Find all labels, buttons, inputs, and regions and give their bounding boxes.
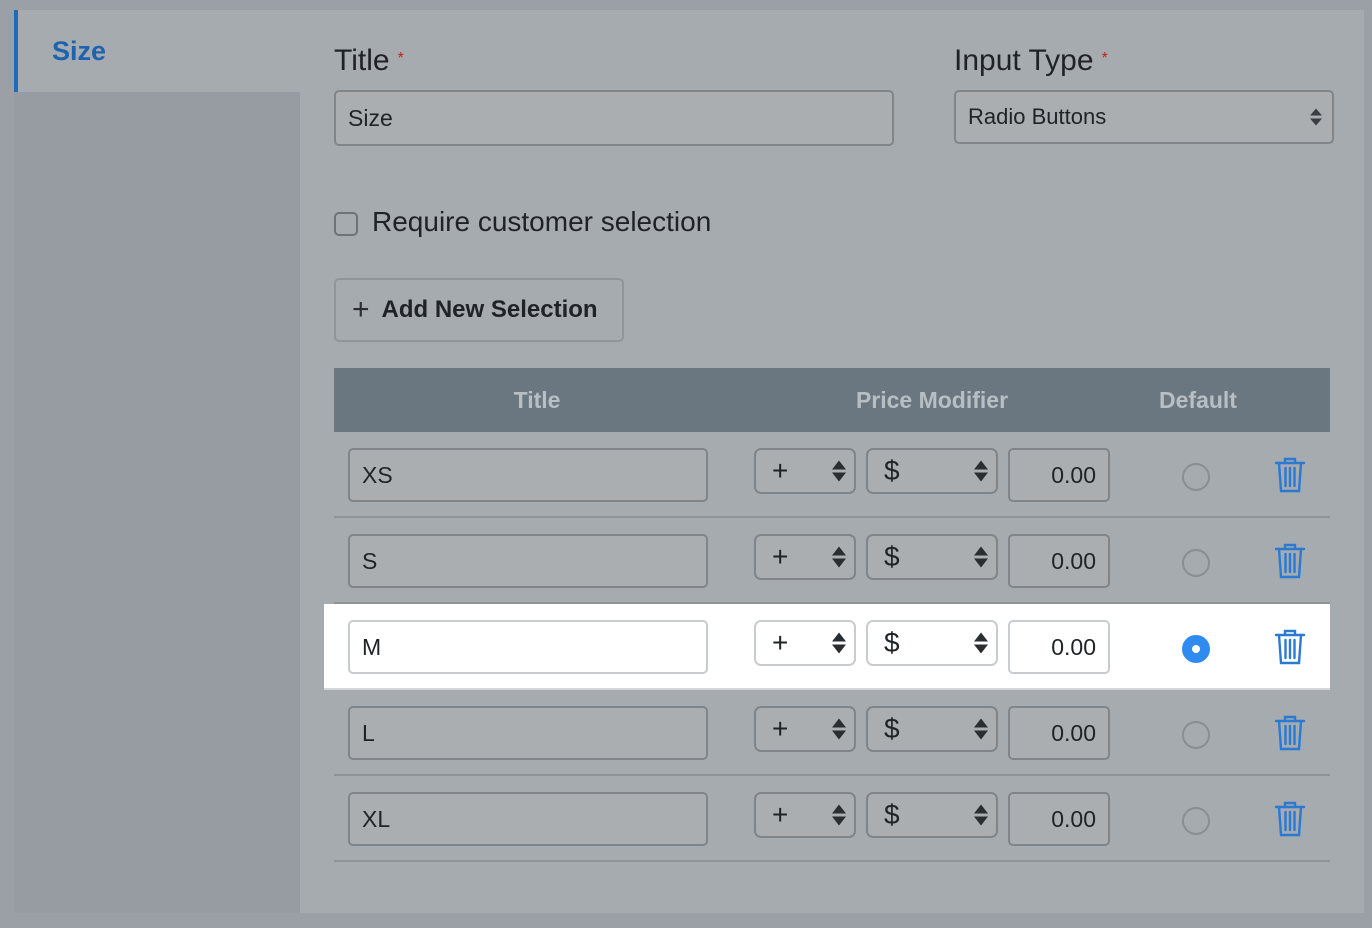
default-radio[interactable] [1182, 721, 1210, 749]
option-title-value: M [362, 633, 382, 660]
required-mark: * [1101, 50, 1108, 67]
title-label-text: Title [334, 44, 390, 77]
option-title-input[interactable]: S [348, 534, 708, 588]
input-type-label-text: Input Type [954, 44, 1094, 77]
operator-select[interactable]: + [754, 706, 856, 752]
price-amount-input[interactable]: 0.00 [1008, 706, 1110, 760]
selections-table: Title Price Modifier Default XS + $ 0.00 [324, 368, 1330, 862]
trash-icon[interactable] [1274, 800, 1306, 838]
option-title-input[interactable]: XL [348, 792, 708, 846]
sidebar: Size [14, 10, 300, 913]
operator-select[interactable]: + [754, 620, 856, 666]
title-input[interactable]: Size [334, 90, 894, 146]
trash-icon[interactable] [1274, 628, 1306, 666]
select-arrows-icon [974, 804, 988, 826]
title-input-value: Size [348, 104, 393, 131]
operator-select[interactable]: + [754, 534, 856, 580]
select-arrows-icon [832, 718, 846, 740]
operator-select[interactable]: + [754, 448, 856, 494]
currency-value: $ [884, 455, 900, 486]
operator-value: + [772, 713, 789, 744]
option-title-input[interactable]: L [348, 706, 708, 760]
required-mark: * [397, 50, 404, 67]
price-amount-value: 0.00 [1051, 719, 1096, 746]
currency-select[interactable]: $ [866, 706, 998, 752]
price-amount-value: 0.00 [1051, 633, 1096, 660]
input-type-label: Input Type * [954, 44, 1108, 78]
operator-value: + [772, 541, 789, 572]
table-row: M + $ 0.00 [324, 604, 1330, 690]
option-title-value: XS [362, 461, 393, 488]
sidebar-item-label: Size [52, 35, 107, 66]
select-arrows-icon [1310, 108, 1322, 126]
select-arrows-icon [832, 632, 846, 654]
currency-select[interactable]: $ [866, 534, 998, 580]
select-arrows-icon [974, 460, 988, 482]
column-header-title: Title [513, 386, 561, 413]
price-amount-input[interactable]: 0.00 [1008, 620, 1110, 674]
operator-select[interactable]: + [754, 792, 856, 838]
option-title-value: L [362, 719, 375, 746]
require-selection-label: Require customer selection [372, 206, 712, 237]
default-radio[interactable] [1182, 549, 1210, 577]
option-title-input[interactable]: XS [348, 448, 708, 502]
select-arrows-icon [832, 460, 846, 482]
title-label: Title * [334, 44, 404, 78]
option-title-value: S [362, 547, 378, 574]
default-radio[interactable] [1182, 463, 1210, 491]
operator-value: + [772, 799, 789, 830]
price-amount-value: 0.00 [1051, 461, 1096, 488]
operator-value: + [772, 455, 789, 486]
select-arrows-icon [832, 546, 846, 568]
price-amount-value: 0.00 [1051, 547, 1096, 574]
table-row: L + $ 0.00 [334, 690, 1330, 776]
input-type-select[interactable]: Radio Buttons [954, 90, 1334, 144]
select-arrows-icon [974, 632, 988, 654]
select-arrows-icon [832, 804, 846, 826]
option-title-input[interactable]: M [348, 620, 708, 674]
add-new-selection-button[interactable]: + Add New Selection [334, 278, 624, 342]
plus-icon: + [352, 293, 370, 326]
require-selection-checkbox[interactable] [334, 212, 358, 236]
table-body: XS + $ 0.00 S + $ 0.00 M + $ 0.00 L + $ … [324, 432, 1330, 862]
table-row: XL + $ 0.00 [334, 776, 1330, 862]
option-editor: Size Title * Size Input Type * Radio But… [14, 10, 1364, 913]
table-header: Title Price Modifier Default [334, 368, 1330, 432]
price-amount-input[interactable]: 0.00 [1008, 792, 1110, 846]
currency-value: $ [884, 627, 900, 658]
price-amount-input[interactable]: 0.00 [1008, 448, 1110, 502]
currency-value: $ [884, 799, 900, 830]
currency-value: $ [884, 541, 900, 572]
input-type-value: Radio Buttons [968, 104, 1107, 129]
table-row: S + $ 0.00 [334, 518, 1330, 604]
trash-icon[interactable] [1274, 456, 1306, 494]
default-radio[interactable] [1182, 635, 1210, 663]
trash-icon[interactable] [1274, 714, 1306, 752]
option-title-value: XL [362, 805, 391, 832]
column-header-price: Price Modifier [855, 386, 1009, 413]
trash-icon[interactable] [1274, 542, 1306, 580]
price-amount-input[interactable]: 0.00 [1008, 534, 1110, 588]
currency-value: $ [884, 713, 900, 744]
currency-select[interactable]: $ [866, 620, 998, 666]
sidebar-item-size[interactable]: Size [14, 10, 300, 92]
column-header-default: Default [1159, 386, 1237, 413]
table-row: XS + $ 0.00 [334, 432, 1330, 518]
select-arrows-icon [974, 546, 988, 568]
operator-value: + [772, 627, 789, 658]
add-button-label: Add New Selection [381, 296, 598, 323]
currency-select[interactable]: $ [866, 792, 998, 838]
select-arrows-icon [974, 718, 988, 740]
default-radio[interactable] [1182, 807, 1210, 835]
currency-select[interactable]: $ [866, 448, 998, 494]
price-amount-value: 0.00 [1051, 805, 1096, 832]
